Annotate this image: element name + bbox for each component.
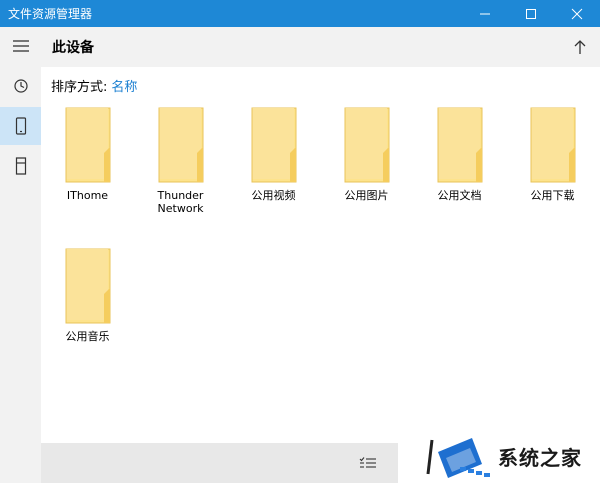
breadcrumb: 此设备 bbox=[52, 40, 94, 56]
folder-icon bbox=[437, 107, 482, 183]
phone-icon bbox=[15, 117, 26, 135]
folder-label: 公用下载 bbox=[530, 189, 575, 202]
folder-icon bbox=[65, 107, 110, 183]
folder-icon bbox=[251, 107, 296, 183]
sort-label: 排序方式: bbox=[51, 80, 108, 95]
folder-icon bbox=[158, 107, 203, 183]
sort-value-dropdown[interactable]: 名称 bbox=[111, 76, 137, 95]
folder-icon bbox=[530, 107, 575, 183]
title-bar: 文件资源管理器 bbox=[0, 0, 600, 27]
this-device-button[interactable] bbox=[0, 107, 41, 145]
folder-item-public-music[interactable]: 公用音乐 bbox=[41, 248, 134, 343]
folder-item-public-pictures[interactable]: 公用图片 bbox=[320, 107, 413, 202]
checklist-icon bbox=[359, 457, 376, 468]
watermark-logo-icon bbox=[426, 437, 490, 478]
sort-control: 排序方式: 名称 bbox=[51, 76, 137, 95]
minimize-icon bbox=[480, 13, 490, 14]
folder-item-thunder-network[interactable]: Thunder Network bbox=[134, 107, 227, 215]
folder-label: IThome bbox=[66, 189, 109, 202]
select-mode-button[interactable] bbox=[348, 443, 388, 483]
close-button[interactable] bbox=[554, 0, 600, 27]
folder-item-public-documents[interactable]: 公用文档 bbox=[413, 107, 506, 202]
folder-label: Thunder Network bbox=[157, 189, 204, 215]
hamburger-icon bbox=[12, 40, 29, 52]
clock-icon bbox=[13, 79, 28, 93]
arrow-up-icon bbox=[574, 40, 586, 54]
minimize-button[interactable] bbox=[462, 0, 508, 27]
sd-card-button[interactable] bbox=[0, 147, 41, 185]
folder-icon bbox=[65, 248, 110, 324]
folder-item-public-downloads[interactable]: 公用下载 bbox=[506, 107, 599, 202]
folder-item-ithome[interactable]: IThome bbox=[41, 107, 134, 202]
maximize-button[interactable] bbox=[508, 0, 554, 27]
maximize-icon bbox=[526, 8, 536, 19]
folder-label: 公用音乐 bbox=[65, 330, 110, 343]
folder-icon bbox=[344, 107, 389, 183]
folder-item-public-videos[interactable]: 公用视频 bbox=[227, 107, 320, 202]
navigation-rail bbox=[0, 27, 41, 483]
folder-label: 公用文档 bbox=[437, 189, 482, 202]
close-icon bbox=[571, 8, 583, 19]
location-header: 此设备 bbox=[41, 27, 600, 67]
watermark: 系统之家 bbox=[398, 430, 600, 483]
sd-card-icon bbox=[15, 157, 26, 175]
folder-label: 公用视频 bbox=[251, 189, 296, 202]
hamburger-menu-button[interactable] bbox=[0, 27, 41, 65]
recent-button[interactable] bbox=[0, 67, 41, 105]
window-title: 文件资源管理器 bbox=[8, 7, 93, 21]
up-button[interactable] bbox=[560, 27, 600, 67]
watermark-text: 系统之家 bbox=[498, 446, 582, 470]
folder-label: 公用图片 bbox=[344, 189, 389, 202]
